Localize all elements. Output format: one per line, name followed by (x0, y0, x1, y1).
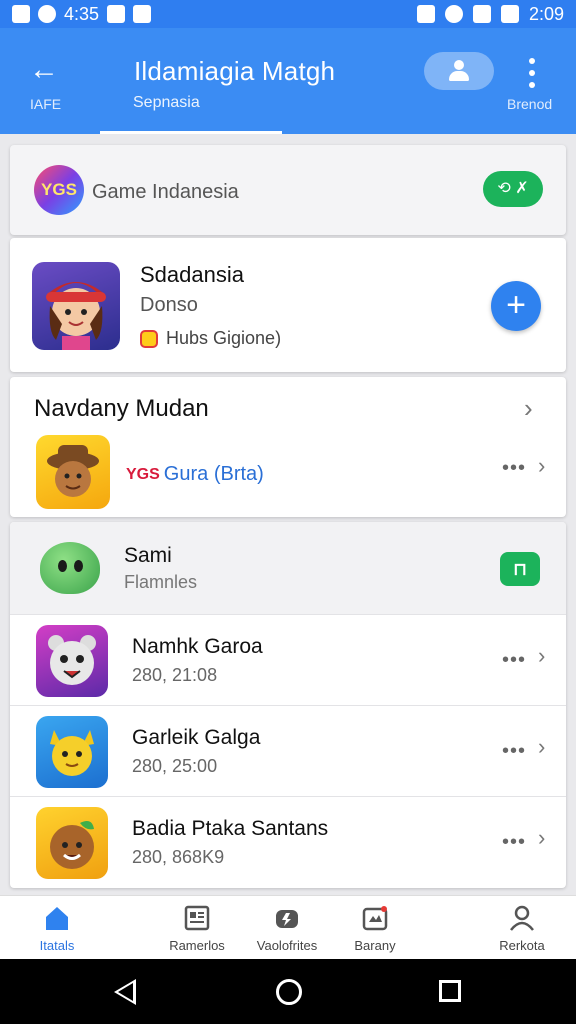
person-icon (449, 60, 469, 82)
more-dots-icon[interactable]: ••• (502, 740, 526, 763)
app-subtitle: Donso (140, 294, 198, 316)
app-title: Ildamiagia Matgh (134, 56, 336, 86)
controller-icon (276, 910, 298, 928)
chevron-right-icon[interactable]: › (538, 825, 545, 851)
section-tag: YGS Gura (Brta) (126, 463, 264, 486)
game-icon-brown-creature (36, 807, 108, 879)
system-nav-bar (0, 959, 576, 1024)
nav-label: Itatals (39, 938, 75, 953)
list-header-sub: Flamnles (124, 572, 198, 592)
battery-icon (500, 5, 519, 23)
back-arrow-icon[interactable]: ← (26, 52, 62, 88)
nav-label: Barany (354, 938, 396, 953)
chevron-right-icon[interactable]: › (524, 393, 533, 424)
tab-label: Sepnasia (133, 94, 200, 111)
more-dots-icon[interactable]: ••• (502, 649, 526, 672)
home-icon (46, 907, 68, 930)
section-card[interactable]: Navdany Mudan › YGS Gura (Brta) ••• › (10, 377, 566, 517)
sync-icon (38, 5, 56, 23)
featured-label: Game Indanesia (92, 181, 239, 203)
system-recents-icon[interactable] (439, 980, 461, 1002)
list-item-name: Namhk Garoa (132, 635, 263, 658)
game-icon-girl (32, 262, 120, 350)
game-list-card: Sami Flamnles ⊓ Namhk Garoa 280, 21:08 •… (10, 522, 566, 888)
nav-item-news[interactable]: Ramerlos (152, 896, 242, 960)
more-label: Brenod (507, 96, 553, 112)
list-item-meta: 280, 25:00 (132, 756, 218, 776)
news-icon (184, 905, 210, 931)
tag-blue-text: Gura (Brta) (163, 463, 264, 485)
brand-logo: YGS (34, 165, 84, 215)
add-button[interactable]: + (491, 281, 541, 331)
game-icon-cowboy (36, 435, 110, 509)
signal-icon (472, 5, 491, 23)
more-dots-icon[interactable]: ••• (502, 831, 526, 854)
tag-red-text: YGS (126, 465, 160, 483)
game-icon-yellow-creature (36, 716, 108, 788)
app-bar: ← IAFE Ildamiagia Matgh Sepnasia Brenod (0, 28, 576, 134)
list-item-meta: 280, 868K9 (132, 847, 225, 867)
vibrate-icon (416, 5, 435, 23)
badge-icon (140, 329, 158, 348)
back-label: IAFE (30, 96, 62, 112)
game-icon-panda (36, 625, 108, 697)
status-time-left: 4:35 (64, 3, 100, 24)
more-menu-icon[interactable] (520, 58, 544, 88)
nav-item-profile[interactable]: Rerkota (477, 896, 567, 960)
list-item-name: Badia Ptaka Santans (132, 817, 329, 840)
featured-card[interactable]: YGS Game Indanesia ⟲ ✗ (10, 145, 566, 235)
list-item[interactable]: Garleik Galga 280, 25:00 ••• › (10, 705, 566, 796)
chevron-right-icon[interactable]: › (538, 643, 545, 669)
status-bar: 4:35 2:09 (0, 0, 576, 28)
nav-label: Ramerlos (169, 938, 225, 953)
list-item[interactable]: Namhk Garoa 280, 21:08 ••• › (10, 614, 566, 705)
more-dots-icon[interactable]: ••• (502, 457, 526, 480)
mail-icon (133, 5, 152, 23)
profile-icon (510, 905, 534, 931)
nav-item-library[interactable]: Barany (330, 896, 420, 960)
app-title-text: Sdadansia (140, 262, 244, 287)
list-badge[interactable]: ⊓ (500, 552, 540, 586)
nav-item-favorites[interactable]: Vaolofrites (242, 896, 332, 960)
chevron-right-icon[interactable]: › (538, 453, 545, 479)
app-tag-text: Hubs Gigione) (166, 328, 282, 348)
slime-icon (34, 532, 106, 602)
chevron-right-icon[interactable]: › (538, 734, 545, 760)
list-item-name: Garleik Galga (132, 726, 261, 749)
tab-active[interactable]: Sepnasia (100, 86, 282, 134)
notification-icon (12, 5, 30, 23)
app-tag: Hubs Gigione) (140, 328, 281, 349)
nav-label: Rerkota (499, 938, 545, 953)
list-item-meta: 280, 21:08 (132, 665, 218, 685)
section-heading: Navdany Mudan (34, 395, 209, 422)
library-icon (362, 906, 388, 931)
list-header[interactable]: Sami Flamnles ⊓ (10, 522, 566, 614)
wifi-icon (444, 5, 463, 23)
list-header-name: Sami (124, 544, 172, 567)
image-icon (107, 5, 126, 23)
nav-label: Vaolofrites (256, 938, 318, 953)
system-home-icon[interactable] (276, 979, 302, 1005)
status-time-right: 2:09 (528, 3, 564, 24)
bottom-nav: Itatals Ramerlos Vaolofrites Barany Rerk… (0, 895, 576, 959)
profile-button[interactable] (424, 52, 494, 90)
status-badge[interactable]: ⟲ ✗ (483, 171, 543, 207)
tab-indicator (100, 131, 282, 134)
list-item[interactable]: Badia Ptaka Santans 280, 868K9 ••• › (10, 796, 566, 887)
highlight-app-card[interactable]: Sdadansia Donso Hubs Gigione) + (10, 238, 566, 372)
nav-item-home[interactable]: Itatals (12, 896, 102, 960)
system-back-icon[interactable] (114, 979, 136, 1005)
